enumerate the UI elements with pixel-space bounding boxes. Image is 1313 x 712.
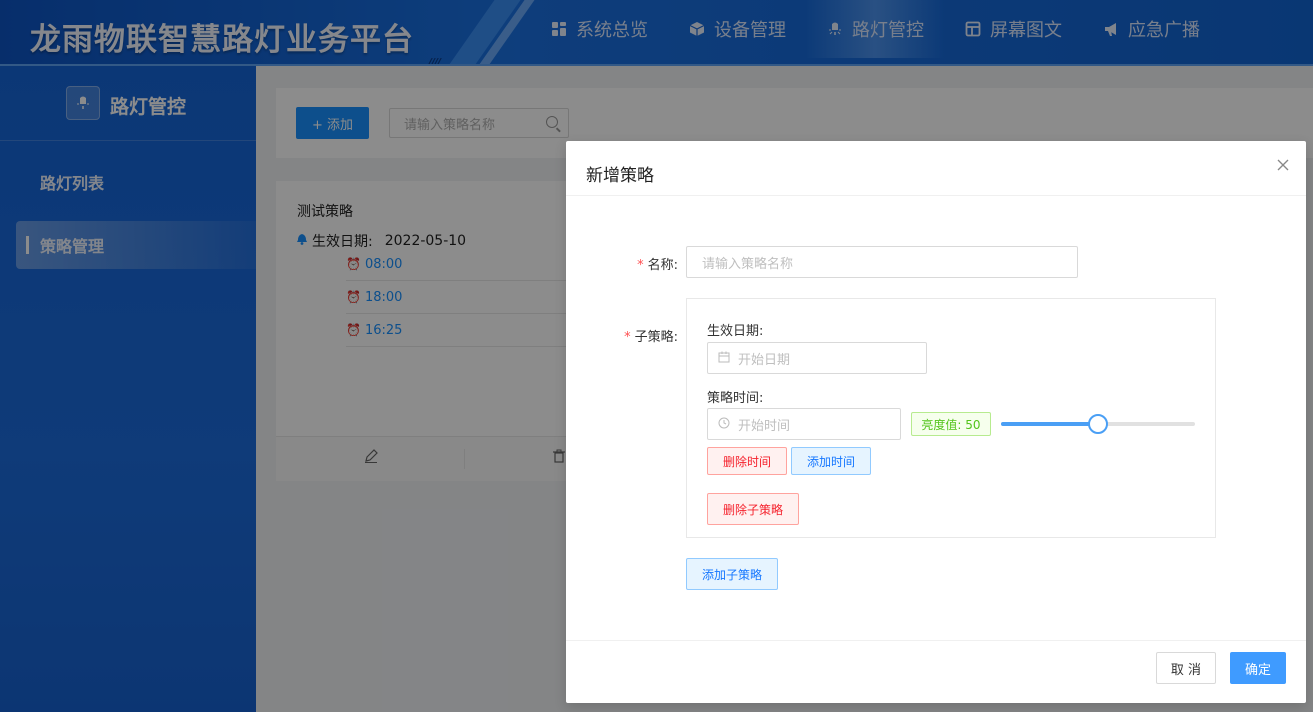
strategy-time-label: 策略时间: bbox=[707, 391, 764, 406]
sub-strategy-panel: 生效日期: 开始日期 策略时间: 开始时间 亮度值: 50 删除时间 添加时间 … bbox=[686, 298, 1216, 538]
sub-strategy-label: * 子策略: bbox=[624, 330, 678, 345]
dialog-header: 新增策略 bbox=[566, 141, 1306, 196]
cancel-button[interactable]: 取 消 bbox=[1156, 652, 1216, 684]
brightness-slider-track bbox=[1001, 422, 1098, 426]
add-time-button[interactable]: 添加时间 bbox=[791, 447, 871, 475]
effective-date-label: 生效日期: bbox=[707, 324, 764, 339]
time-placeholder: 开始时间 bbox=[738, 418, 791, 434]
start-time-picker[interactable]: 开始时间 bbox=[707, 408, 901, 440]
brightness-slider-handle[interactable] bbox=[1088, 414, 1108, 434]
required-mark: * bbox=[637, 258, 644, 273]
name-input[interactable]: 请输入策略名称 bbox=[686, 246, 1078, 278]
clock-icon bbox=[718, 417, 730, 432]
delete-time-button[interactable]: 删除时间 bbox=[707, 447, 787, 475]
name-label: * 名称: bbox=[637, 258, 678, 273]
close-icon[interactable] bbox=[1276, 159, 1290, 173]
calendar-icon bbox=[718, 351, 730, 366]
required-mark: * bbox=[624, 330, 631, 345]
add-sub-strategy-button[interactable]: 添加子策略 bbox=[686, 558, 778, 590]
name-placeholder: 请输入策略名称 bbox=[702, 256, 794, 272]
delete-sub-strategy-button[interactable]: 删除子策略 bbox=[707, 493, 799, 525]
dialog-footer: 取 消 确定 bbox=[566, 640, 1306, 703]
confirm-button[interactable]: 确定 bbox=[1230, 652, 1286, 684]
add-strategy-dialog: 新增策略 * 名称: 请输入策略名称 * 子策略: 生效日期: 开始日期 策略时间:… bbox=[566, 141, 1306, 703]
start-date-picker[interactable]: 开始日期 bbox=[707, 342, 927, 374]
date-placeholder: 开始日期 bbox=[738, 352, 791, 368]
brightness-tag: 亮度值: 50 bbox=[911, 412, 991, 436]
dialog-title: 新增策略 bbox=[586, 166, 654, 186]
